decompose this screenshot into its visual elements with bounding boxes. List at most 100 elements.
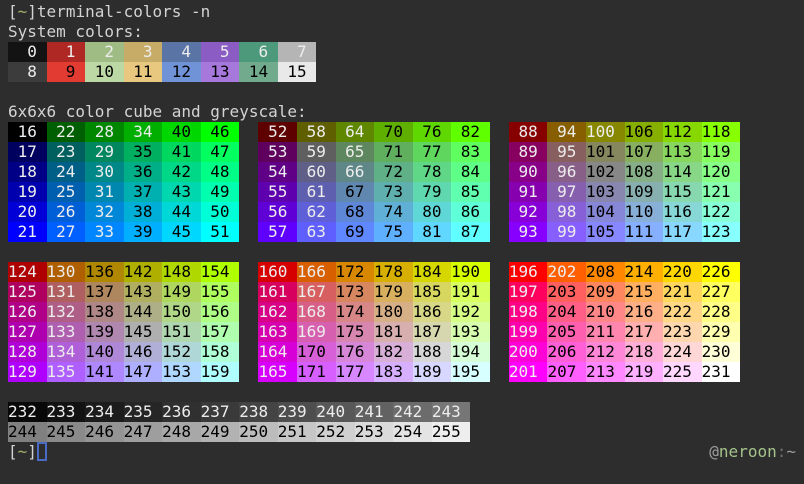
color-cell-234: 234	[85, 402, 124, 422]
color-cell-38: 38	[124, 202, 163, 222]
cube-block-2: 88 94 100 106 112 118 89 95 101 107 113 …	[509, 122, 740, 242]
color-cell-216: 216	[625, 302, 664, 322]
color-cell-55: 55	[258, 182, 297, 202]
color-cell-198: 198	[509, 302, 548, 322]
color-cell-28: 28	[85, 122, 124, 142]
color-cell-82: 82	[451, 122, 490, 142]
color-cell-68: 68	[336, 202, 375, 222]
color-cell-7: 7	[278, 42, 317, 62]
color-row: 53 59 65 71 77 83	[258, 142, 489, 162]
color-row: 161 167 173 179 185 191	[258, 282, 489, 302]
prompt-path: ~	[18, 2, 28, 21]
color-cell-92: 92	[509, 202, 548, 222]
prompt-bracket-close: ]	[27, 2, 37, 21]
color-cell-178: 178	[374, 262, 413, 282]
color-cell-41: 41	[162, 142, 201, 162]
color-cell-176: 176	[336, 342, 375, 362]
color-cell-166: 166	[297, 262, 336, 282]
color-cell-255: 255	[432, 422, 471, 442]
color-cell-109: 109	[625, 182, 664, 202]
color-cell-204: 204	[547, 302, 586, 322]
color-cell-196: 196	[509, 262, 548, 282]
color-cell-149: 149	[162, 282, 201, 302]
color-row: 160 166 172 178 184 190	[258, 262, 489, 282]
color-cell-194: 194	[451, 342, 490, 362]
color-row: 16 22 28 34 40 46	[8, 122, 239, 142]
color-cell-69: 69	[336, 222, 375, 242]
color-cell-145: 145	[124, 322, 163, 342]
color-row: 129 135 141 147 153 159	[8, 362, 239, 382]
color-cell-225: 225	[663, 362, 702, 382]
color-row: 232 233 234 235 236 237 238 239 240 241 …	[8, 402, 796, 422]
color-cell-125: 125	[8, 282, 47, 302]
color-cell-110: 110	[625, 202, 664, 222]
color-cell-76: 76	[413, 122, 452, 142]
terminal-cursor[interactable]	[37, 442, 47, 461]
color-row: 17 23 29 35 41 47	[8, 142, 239, 162]
color-cell-9: 9	[47, 62, 86, 82]
color-cell-209: 209	[586, 282, 625, 302]
color-cell-113: 113	[663, 142, 702, 162]
color-cell-85: 85	[451, 182, 490, 202]
color-cell-10: 10	[85, 62, 124, 82]
color-cell-95: 95	[547, 142, 586, 162]
color-row: 163 169 175 181 187 193	[258, 322, 489, 342]
color-cell-116: 116	[663, 202, 702, 222]
color-cell-191: 191	[451, 282, 490, 302]
terminal-window[interactable]: [~]terminal-colors -n System colors: 0 1…	[0, 0, 804, 484]
color-cell-249: 249	[201, 422, 240, 442]
color-cell-122: 122	[702, 202, 741, 222]
color-cell-159: 159	[201, 362, 240, 382]
system-colors-grid: 0 1 2 3 4 5 6 7 8 9 10 11 12 13 14 15	[8, 42, 796, 82]
color-cell-237: 237	[201, 402, 240, 422]
color-cell-114: 114	[663, 162, 702, 182]
color-cell-2: 2	[85, 42, 124, 62]
color-cell-171: 171	[297, 362, 336, 382]
color-cell-105: 105	[586, 222, 625, 242]
color-cell-100: 100	[586, 122, 625, 142]
color-cell-87: 87	[451, 222, 490, 242]
status-path: ~	[18, 442, 28, 461]
color-row: 21 27 33 39 45 51	[8, 222, 239, 242]
status-username: neroon	[719, 442, 777, 461]
color-row: 18 24 30 36 42 48	[8, 162, 239, 182]
cube-block-5: 196 202 208 214 220 226 197 203 209 215 …	[509, 262, 740, 382]
color-cell-218: 218	[625, 342, 664, 362]
color-cell-103: 103	[586, 182, 625, 202]
prompt-bracket-open: [	[8, 2, 18, 21]
greyscale-grid: 232 233 234 235 236 237 238 239 240 241 …	[8, 402, 796, 442]
color-cell-59: 59	[297, 142, 336, 162]
color-cell-241: 241	[355, 402, 394, 422]
color-row: 57 63 69 75 81 87	[258, 222, 489, 242]
color-cell-138: 138	[85, 302, 124, 322]
color-cell-148: 148	[162, 262, 201, 282]
color-cell-60: 60	[297, 162, 336, 182]
color-cell-230: 230	[702, 342, 741, 362]
color-cell-90: 90	[509, 162, 548, 182]
color-cell-86: 86	[451, 202, 490, 222]
color-cell-39: 39	[124, 222, 163, 242]
color-cell-137: 137	[85, 282, 124, 302]
color-row: 93 99 105 111 117 123	[509, 222, 740, 242]
color-cell-123: 123	[702, 222, 741, 242]
color-cell-72: 72	[374, 162, 413, 182]
color-cell-0: 0	[8, 42, 47, 62]
color-cell-200: 200	[509, 342, 548, 362]
color-cell-43: 43	[162, 182, 201, 202]
color-cell-4: 4	[162, 42, 201, 62]
color-cell-243: 243	[432, 402, 471, 422]
cube-blocks-bottom: 124 130 136 142 148 154 125 131 137 143 …	[8, 262, 796, 382]
color-cell-97: 97	[547, 182, 586, 202]
color-cell-164: 164	[258, 342, 297, 362]
color-cell-213: 213	[586, 362, 625, 382]
color-cell-78: 78	[413, 162, 452, 182]
color-cell-222: 222	[663, 302, 702, 322]
color-cell-124: 124	[8, 262, 47, 282]
color-cell-29: 29	[85, 142, 124, 162]
color-cell-227: 227	[702, 282, 741, 302]
color-cell-231: 231	[702, 362, 741, 382]
color-cell-121: 121	[702, 182, 741, 202]
status-colon: :	[777, 442, 787, 461]
color-row: 52 58 64 70 76 82	[258, 122, 489, 142]
color-cell-154: 154	[201, 262, 240, 282]
